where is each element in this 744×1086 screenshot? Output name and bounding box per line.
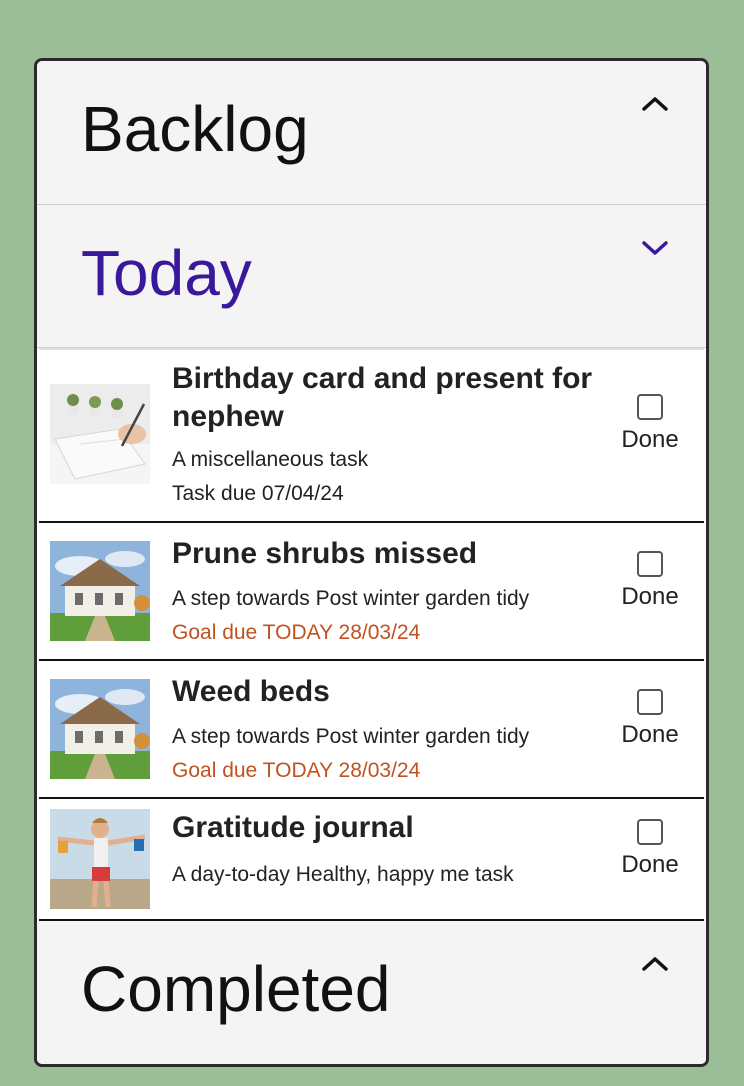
section-title-completed: Completed [81,953,391,1025]
task-title: Weed beds [172,675,330,708]
done-checkbox[interactable] [637,551,663,577]
done-label: Done [621,721,679,748]
section-backlog[interactable]: Backlog [37,61,706,205]
task-due: Goal due TODAY 28/03/24 [172,621,421,644]
done-checkbox[interactable] [637,394,663,420]
done-checkbox[interactable] [637,819,663,845]
chevron-down-icon[interactable] [640,235,670,259]
house-garden-image [50,541,150,641]
happy-person-image [50,809,150,909]
done-checkbox[interactable] [637,689,663,715]
task-item[interactable]: Birthday card and present for nephew A m… [39,348,704,523]
done-toggle[interactable]: Done [614,689,686,749]
writing-notebook-image [50,384,150,484]
today-task-list: Birthday card and present for nephew A m… [37,348,706,921]
section-today[interactable]: Today [37,205,706,348]
task-item[interactable]: Gratitude journal A day-to-day Healthy, … [39,799,704,921]
task-title: Gratitude journal [172,811,414,844]
done-label: Done [621,851,679,878]
house-garden-image [50,679,150,779]
task-due: Goal due TODAY 28/03/24 [172,759,421,782]
done-toggle[interactable]: Done [614,551,686,611]
section-title-backlog: Backlog [81,93,309,165]
done-toggle[interactable]: Done [614,819,686,879]
chevron-up-icon[interactable] [640,91,670,115]
done-label: Done [621,426,679,453]
task-subtitle: A step towards Post winter garden tidy [172,587,530,610]
task-card: Backlog Today Birthday card and present … [34,58,709,1067]
task-item[interactable]: Weed beds A step towards Post winter gar… [39,661,704,799]
task-subtitle: A step towards Post winter garden tidy [172,725,530,748]
task-subtitle: A miscellaneous task [172,448,369,471]
done-label: Done [621,583,679,610]
section-completed[interactable]: Completed [37,921,706,1064]
done-toggle[interactable]: Done [614,394,686,454]
task-subtitle: A day-to-day Healthy, happy me task [172,863,514,886]
chevron-up-icon[interactable] [640,951,670,975]
task-due: Task due 07/04/24 [172,482,344,505]
section-title-today: Today [81,237,252,309]
task-title: Birthday card and present for nephew [172,362,593,433]
task-title: Prune shrubs missed [172,537,478,570]
task-item[interactable]: Prune shrubs missed A step towards Post … [39,523,704,661]
